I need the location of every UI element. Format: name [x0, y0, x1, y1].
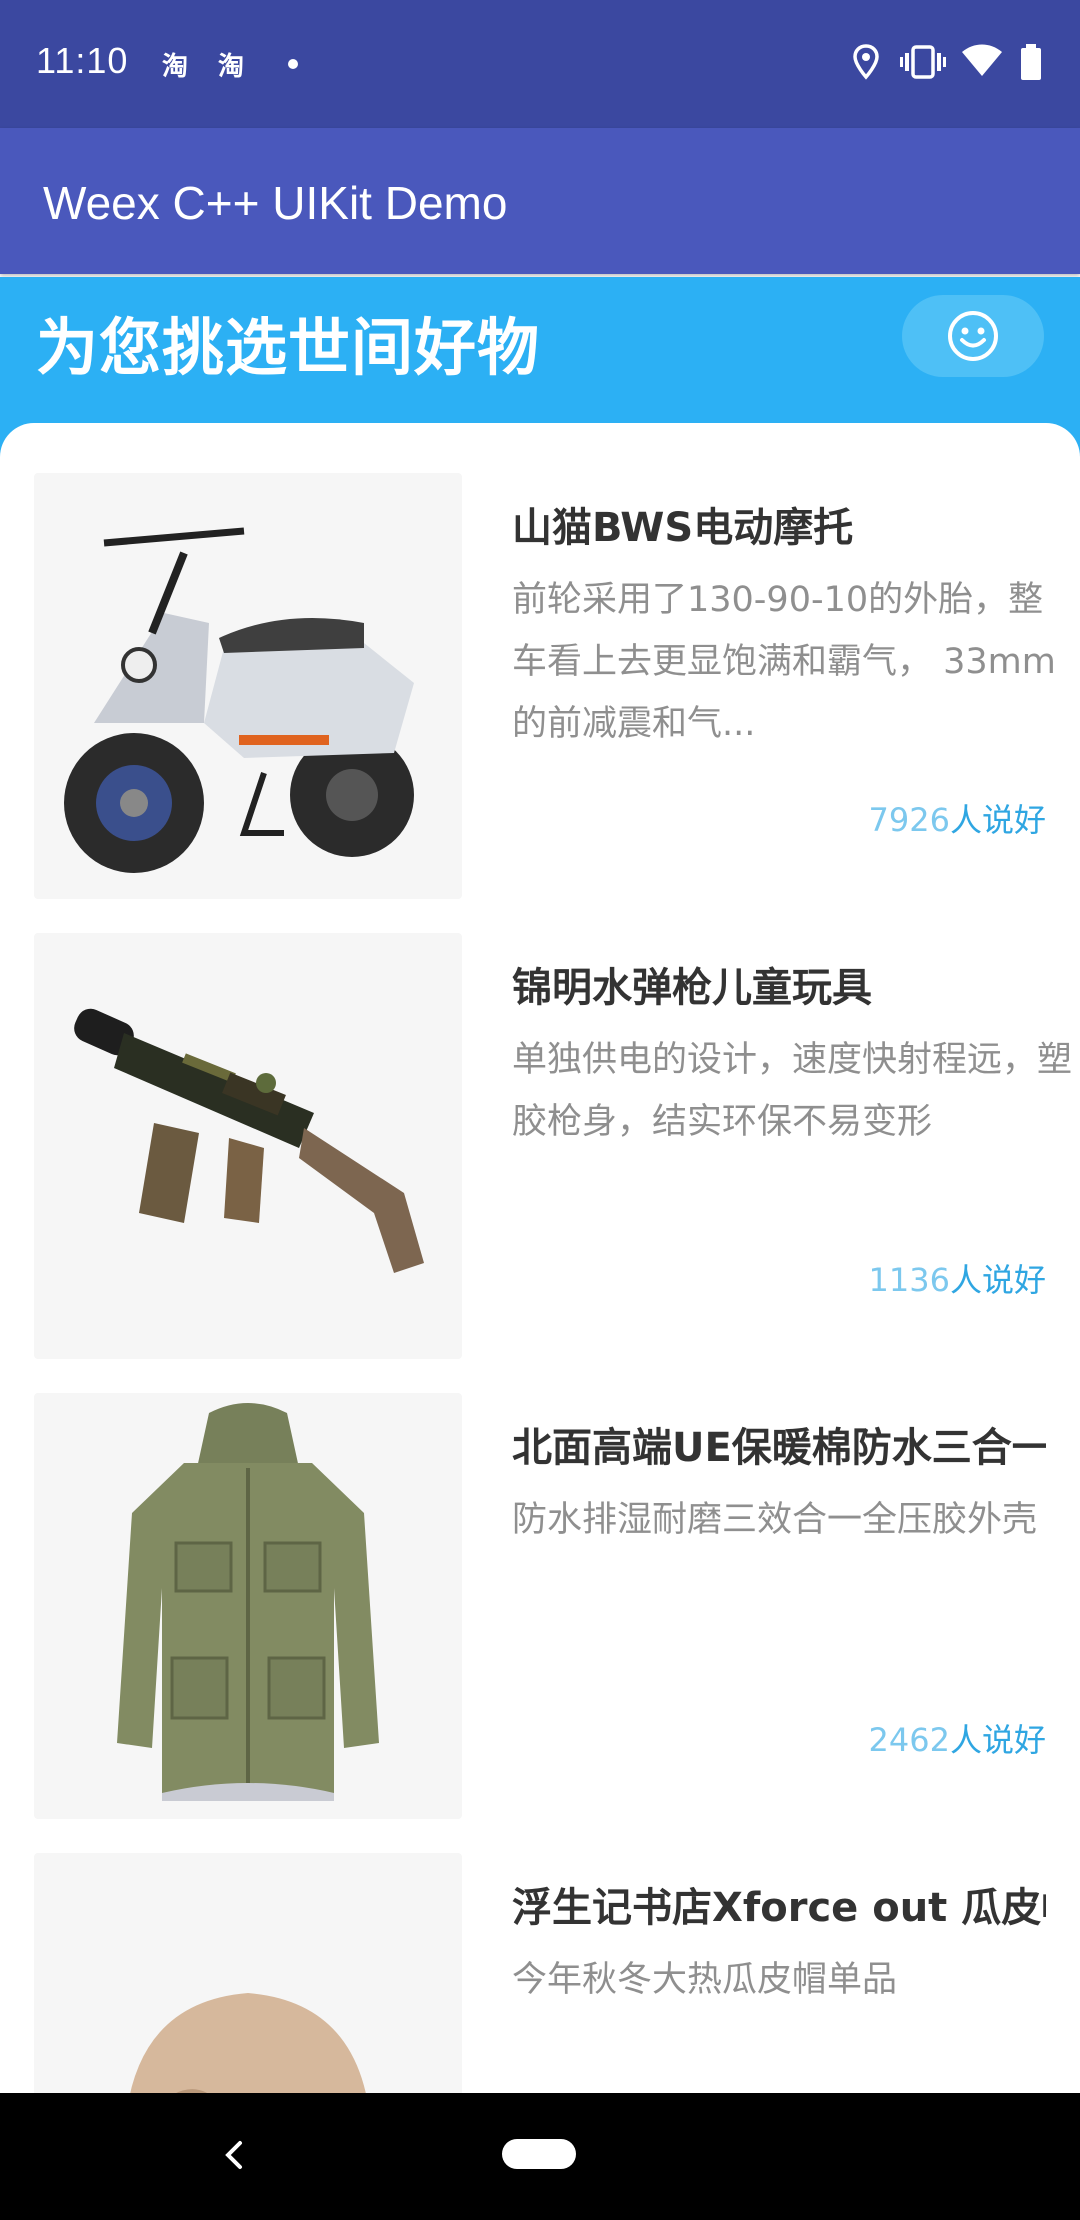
likes-suffix: 人说好 — [949, 801, 1046, 839]
product-title: 浮生记书店Xforce out 瓜皮帽 — [512, 1885, 1046, 1931]
home-pill-button[interactable] — [502, 2139, 576, 2169]
product-card[interactable]: 北面高端UE保暖棉防水三合一 防水排湿耐磨三效合一全压胶外壳 2462人说好 — [34, 1393, 1046, 1819]
product-description: 前轮采用了130-90-10的外胎，整车看上去更显饱满和霸气， 33mm的前减震… — [512, 580, 1056, 744]
likes-suffix: 人说好 — [949, 1721, 1046, 1759]
product-likes: 2462人说好 — [869, 1715, 1046, 1761]
product-description: 防水排湿耐磨三效合一全压胶外壳 — [512, 1500, 1038, 1540]
toy-gun-image — [34, 933, 462, 1359]
likes-count: 1136 — [868, 1261, 950, 1299]
product-card[interactable]: 锦明水弹枪儿童玩具 单独供电的设计，速度快射程远，塑胶枪身，结实环保不易变形 1… — [34, 933, 1072, 1359]
jacket-image — [34, 1393, 462, 1819]
product-description: 单独供电的设计，速度快射程远，塑胶枪身，结实环保不易变形 — [512, 1040, 1072, 1142]
app-title: Weex C++ UIKit Demo — [43, 177, 508, 229]
hero-title: 为您挑选世间好物 — [36, 311, 541, 384]
status-time: 11:10 — [36, 40, 129, 81]
likes-count: 7926 — [868, 801, 950, 839]
likes-count: 2462 — [868, 1721, 950, 1759]
product-title: 北面高端UE保暖棉防水三合一 — [512, 1425, 1046, 1471]
likes-suffix: 人说好 — [949, 1261, 1046, 1299]
product-likes: 1136人说好 — [869, 1255, 1046, 1301]
product-card[interactable]: 山猫BWS电动摩托 前轮采用了130-90-10的外胎，整车看上去更显饱满和霸气… — [34, 473, 1056, 899]
product-list[interactable]: 山猫BWS电动摩托 前轮采用了130-90-10的外胎，整车看上去更显饱满和霸气… — [0, 423, 1080, 2143]
notification-dot-icon — [288, 59, 298, 69]
smiley-button[interactable] — [902, 295, 1044, 377]
product-likes: 7926人说好 — [869, 795, 1046, 841]
battery-icon — [1020, 44, 1042, 84]
product-title: 山猫BWS电动摩托 — [512, 505, 854, 551]
scooter-image — [34, 473, 462, 899]
taobao-notification-icon: 淘 — [218, 52, 245, 82]
product-description: 今年秋冬大热瓜皮帽单品 — [512, 1960, 898, 2000]
vibrate-icon — [900, 44, 946, 84]
status-bar: 11:10 淘 淘 — [0, 0, 1080, 128]
location-icon — [852, 44, 880, 84]
app-bar: Weex C++ UIKit Demo — [0, 128, 1080, 274]
wifi-icon — [962, 44, 1002, 82]
product-title: 锦明水弹枪儿童玩具 — [512, 965, 872, 1011]
navigation-bar — [0, 2093, 1080, 2220]
back-icon[interactable] — [222, 2139, 246, 2175]
smiley-icon — [948, 311, 998, 361]
taobao-notification-icon: 淘 — [162, 52, 189, 82]
